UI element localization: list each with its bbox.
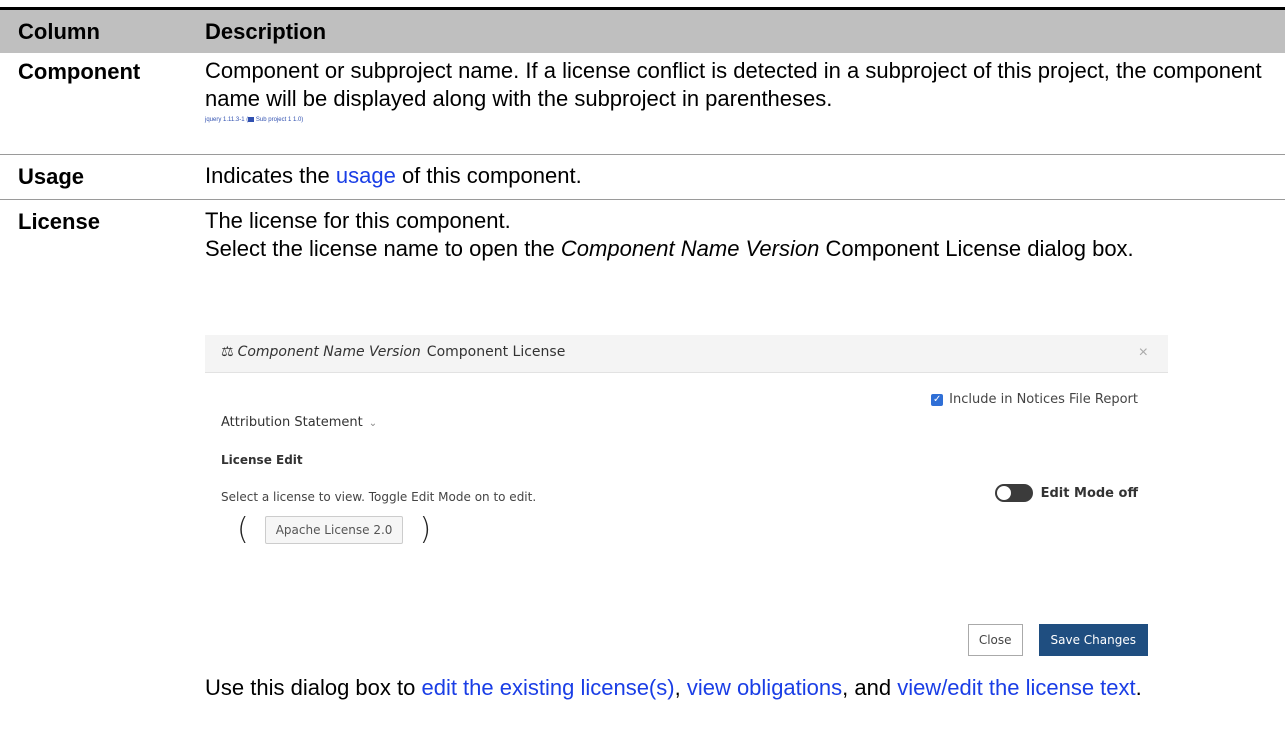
license-text-link[interactable]: view/edit the license text [897, 675, 1135, 700]
license-expression: ( Apache License 2.0 ) [237, 512, 432, 547]
row-description: The license for this component. Select t… [205, 208, 1134, 261]
chevron-down-icon: ⌄ [368, 418, 378, 429]
component-license-dialog: ⚖ Component Name Version Component License… [205, 335, 1168, 665]
dialog-header: ⚖ Component Name Version Component License… [205, 335, 1168, 373]
checkbox-checked-icon[interactable]: ✓ [931, 393, 944, 406]
row-description: Indicates the usage of this component. [205, 163, 582, 188]
row-name: Component [18, 59, 141, 84]
usage-link[interactable]: usage [336, 163, 396, 188]
toggle-knob [996, 486, 1011, 500]
close-icon[interactable]: × [1139, 344, 1148, 362]
edit-license-link[interactable]: edit the existing license(s) [421, 675, 674, 700]
dialog-title: ⚖ Component Name Version Component License [221, 344, 566, 360]
toggle-switch[interactable] [994, 484, 1033, 502]
description-header: Description [205, 19, 327, 44]
dialog-buttons: Close Save Changes [967, 624, 1148, 656]
select-license-hint: Select a license to view. Toggle Edit Mo… [221, 490, 537, 504]
license-button[interactable]: Apache License 2.0 [264, 515, 404, 544]
gavel-icon: ⚖ [221, 344, 234, 360]
close-button[interactable]: Close [967, 624, 1023, 656]
include-notices-checkbox[interactable]: ✓ Include in Notices File Report [931, 392, 1138, 407]
row-usage: Usage Indicates the usage of this compon… [0, 155, 1285, 200]
table-header: Column Description [0, 7, 1285, 53]
example-snippet: jquery 1.11.3-1 ( Sub project 1 1.0) [205, 116, 304, 123]
column-header: Column [18, 19, 100, 44]
attribution-statement-toggle[interactable]: Attribution Statement ⌄ [221, 415, 377, 430]
edit-mode-toggle[interactable]: Edit Mode off [994, 484, 1138, 502]
view-obligations-link[interactable]: view obligations [687, 675, 842, 700]
row-component: Component Component or subproject name. … [0, 53, 1285, 155]
row-name: Usage [18, 164, 85, 189]
dialog-usage-text: Use this dialog box to edit the existing… [205, 675, 1142, 700]
subproject-icon [248, 116, 255, 122]
license-edit-label: License Edit [221, 453, 303, 467]
save-changes-button[interactable]: Save Changes [1038, 624, 1148, 656]
row-name: License [18, 209, 100, 234]
row-description: Component or subproject name. If a licen… [205, 57, 1267, 124]
